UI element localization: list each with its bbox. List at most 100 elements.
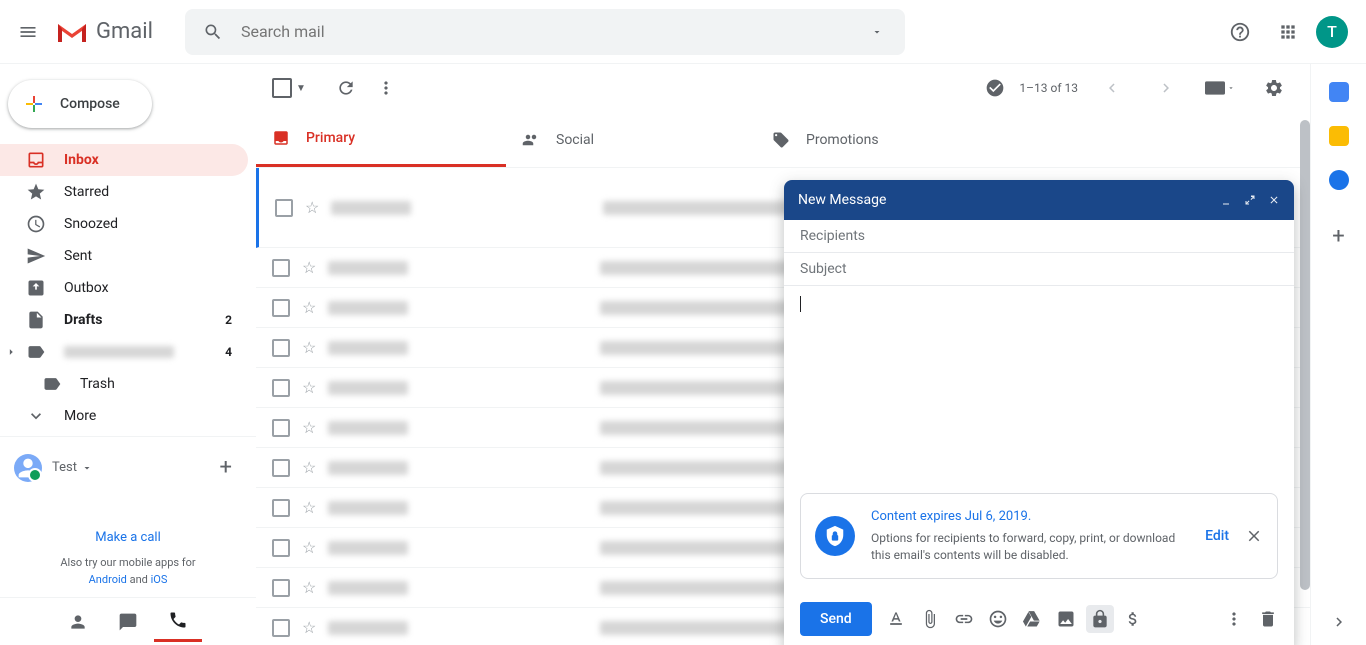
compose-header[interactable]: New Message xyxy=(784,180,1294,220)
search-button[interactable] xyxy=(185,22,241,42)
star-icon[interactable]: ☆ xyxy=(302,618,316,637)
star-icon[interactable]: ☆ xyxy=(302,458,316,477)
keep-addon[interactable] xyxy=(1329,126,1349,146)
tab-primary[interactable]: Primary xyxy=(256,112,506,167)
emoji-button[interactable] xyxy=(988,609,1008,629)
send-button[interactable]: Send xyxy=(800,602,872,636)
confidential-close-button[interactable] xyxy=(1245,527,1263,545)
settings-button[interactable] xyxy=(1254,68,1294,108)
account-avatar[interactable]: T xyxy=(1316,16,1348,48)
star-icon[interactable]: ☆ xyxy=(302,298,316,317)
sidebar-item-inbox[interactable]: Inbox xyxy=(0,144,248,176)
label-icon xyxy=(42,374,62,394)
money-button[interactable] xyxy=(1124,610,1142,628)
sidebar-item-label[interactable]: 4 xyxy=(0,336,248,368)
recipients-field[interactable]: Recipients xyxy=(784,220,1294,253)
drive-icon xyxy=(1022,609,1042,629)
star-icon[interactable]: ☆ xyxy=(302,378,316,397)
photo-button[interactable] xyxy=(1056,609,1076,629)
sidebar-item-snoozed[interactable]: Snoozed xyxy=(0,208,248,240)
input-tools-button[interactable] xyxy=(1200,68,1240,108)
hangouts-chat-tab[interactable] xyxy=(104,602,152,642)
formatting-button[interactable] xyxy=(886,609,906,629)
tab-promotions[interactable]: Promotions xyxy=(756,112,1006,167)
star-icon[interactable]: ☆ xyxy=(302,258,316,277)
make-call-link[interactable]: Make a call xyxy=(0,490,256,555)
subject-field[interactable]: Subject xyxy=(784,253,1294,286)
row-checkbox[interactable] xyxy=(272,379,290,397)
more-vert-icon xyxy=(376,78,396,98)
star-icon[interactable]: ☆ xyxy=(305,198,319,217)
header-right: T xyxy=(1220,12,1358,52)
more-vert-icon xyxy=(1224,609,1244,629)
android-link[interactable]: Android xyxy=(89,573,127,586)
more-options-button[interactable] xyxy=(1224,609,1244,629)
star-icon xyxy=(26,182,46,202)
hangouts-contacts-tab[interactable] xyxy=(54,602,102,642)
dropdown-icon xyxy=(81,462,93,474)
sidebar-item-starred[interactable]: Starred xyxy=(0,176,248,208)
drive-button[interactable] xyxy=(1022,609,1042,629)
row-checkbox[interactable] xyxy=(272,579,290,597)
star-icon[interactable]: ☆ xyxy=(302,498,316,517)
sidebar-item-more[interactable]: More xyxy=(0,400,248,432)
sidebar-item-drafts[interactable]: Drafts 2 xyxy=(0,304,248,336)
link-button[interactable] xyxy=(954,609,974,629)
row-checkbox[interactable] xyxy=(272,619,290,637)
row-checkbox[interactable] xyxy=(272,419,290,437)
row-checkbox[interactable] xyxy=(272,259,290,277)
nav-label: Snoozed xyxy=(64,216,118,232)
inbox-icon xyxy=(26,150,46,170)
tasks-addon[interactable] xyxy=(1329,170,1349,190)
compose-body[interactable] xyxy=(784,286,1294,493)
next-page-button[interactable] xyxy=(1146,68,1186,108)
select-all-checkbox[interactable] xyxy=(272,78,292,98)
row-checkbox[interactable] xyxy=(272,299,290,317)
star-icon[interactable]: ☆ xyxy=(302,418,316,437)
more-button[interactable] xyxy=(366,68,406,108)
nav-label: Drafts xyxy=(64,312,102,328)
confidential-edit-button[interactable]: Edit xyxy=(1205,528,1229,544)
compose-button[interactable]: Compose xyxy=(8,80,152,128)
search-options-button[interactable] xyxy=(849,26,905,38)
row-checkbox[interactable] xyxy=(275,199,293,217)
sidebar-item-trash[interactable]: Trash xyxy=(0,368,248,400)
star-icon[interactable]: ☆ xyxy=(302,538,316,557)
row-checkbox[interactable] xyxy=(272,539,290,557)
scrollbar[interactable] xyxy=(1300,120,1310,590)
nav-label: Inbox xyxy=(64,152,99,168)
refresh-icon xyxy=(336,78,356,98)
gmail-m-icon xyxy=(56,20,88,44)
gmail-logo[interactable]: Gmail xyxy=(48,19,175,44)
get-addons-button[interactable]: + xyxy=(1332,224,1344,249)
offline-icon xyxy=(985,78,1005,98)
sidebar-item-sent[interactable]: Sent xyxy=(0,240,248,272)
ios-link[interactable]: iOS xyxy=(151,573,168,586)
discard-button[interactable] xyxy=(1258,609,1278,629)
minimize-button[interactable] xyxy=(1220,194,1232,206)
apps-button[interactable] xyxy=(1268,12,1308,52)
star-icon[interactable]: ☆ xyxy=(302,338,316,357)
calendar-addon[interactable] xyxy=(1329,82,1349,102)
refresh-button[interactable] xyxy=(326,68,366,108)
hangouts-user[interactable]: Test + xyxy=(0,445,256,490)
main-menu-button[interactable] xyxy=(8,12,48,52)
confidential-mode-button[interactable] xyxy=(1086,605,1114,633)
prev-page-button[interactable] xyxy=(1092,68,1132,108)
close-button[interactable] xyxy=(1268,194,1280,206)
star-icon[interactable]: ☆ xyxy=(302,578,316,597)
add-contact-button[interactable]: + xyxy=(210,451,242,484)
sidebar-item-outbox[interactable]: Outbox xyxy=(0,272,248,304)
fullscreen-button[interactable] xyxy=(1244,194,1256,206)
row-checkbox[interactable] xyxy=(272,459,290,477)
collapse-panel-button[interactable] xyxy=(1330,613,1348,631)
attach-button[interactable] xyxy=(920,609,940,629)
row-checkbox[interactable] xyxy=(272,339,290,357)
row-checkbox[interactable] xyxy=(272,499,290,517)
tab-social[interactable]: Social xyxy=(506,112,756,167)
hangouts-phone-tab[interactable] xyxy=(154,602,202,642)
hangouts-section: Test + Make a call Also try our mobile a… xyxy=(0,436,256,596)
search-input[interactable] xyxy=(241,22,849,41)
support-button[interactable] xyxy=(1220,12,1260,52)
select-dropdown[interactable]: ▼ xyxy=(296,83,306,94)
